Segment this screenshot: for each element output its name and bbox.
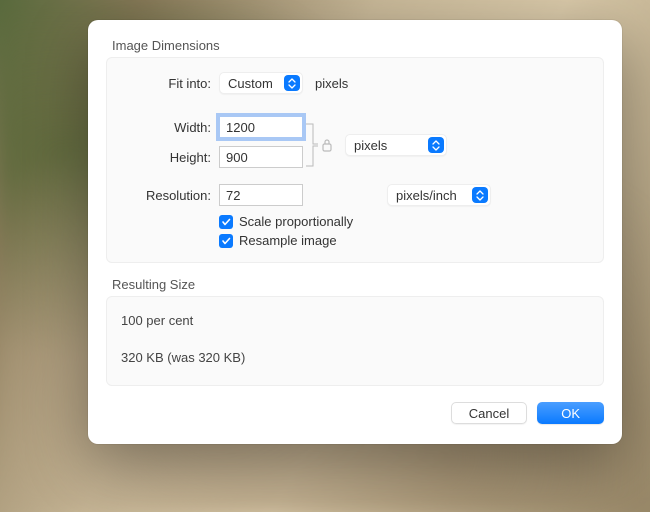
wh-unit-select[interactable]: pixels	[345, 134, 447, 156]
chevrons-updown-icon	[428, 137, 444, 153]
resample-image-label: Resample image	[239, 233, 337, 248]
chevrons-updown-icon	[472, 187, 488, 203]
resolution-input[interactable]	[219, 184, 303, 206]
resolution-unit-value: pixels/inch	[396, 188, 457, 203]
chevrons-updown-icon	[284, 75, 300, 91]
scale-proportionally-label: Scale proportionally	[239, 214, 353, 229]
fit-into-select[interactable]: Custom	[219, 72, 303, 94]
result-percent: 100 per cent	[121, 313, 589, 328]
image-dimensions-label: Image Dimensions	[112, 38, 604, 53]
height-label: Height:	[125, 150, 211, 165]
ok-button[interactable]: OK	[537, 402, 604, 424]
cancel-button[interactable]: Cancel	[451, 402, 527, 424]
dialog-footer: Cancel OK	[106, 402, 604, 424]
resolution-unit-select[interactable]: pixels/inch	[387, 184, 491, 206]
fit-into-unit: pixels	[315, 76, 348, 91]
fit-into-value: Custom	[228, 76, 273, 91]
width-label: Width:	[125, 120, 211, 135]
lock-icon	[321, 138, 333, 152]
resulting-size-label: Resulting Size	[112, 277, 604, 292]
resulting-size-group: 100 per cent 320 KB (was 320 KB)	[106, 296, 604, 386]
resize-dialog: Image Dimensions Fit into: Custom pixels…	[88, 20, 622, 444]
width-input[interactable]	[219, 116, 303, 138]
fit-into-label: Fit into:	[125, 76, 211, 91]
image-dimensions-group: Fit into: Custom pixels Width: Height:	[106, 57, 604, 263]
result-filesize: 320 KB (was 320 KB)	[121, 350, 589, 365]
resolution-label: Resolution:	[125, 188, 211, 203]
link-bracket	[305, 116, 339, 174]
wh-unit-value: pixels	[354, 138, 387, 153]
scale-proportionally-checkbox[interactable]	[219, 215, 233, 229]
height-input[interactable]	[219, 146, 303, 168]
resample-image-checkbox[interactable]	[219, 234, 233, 248]
